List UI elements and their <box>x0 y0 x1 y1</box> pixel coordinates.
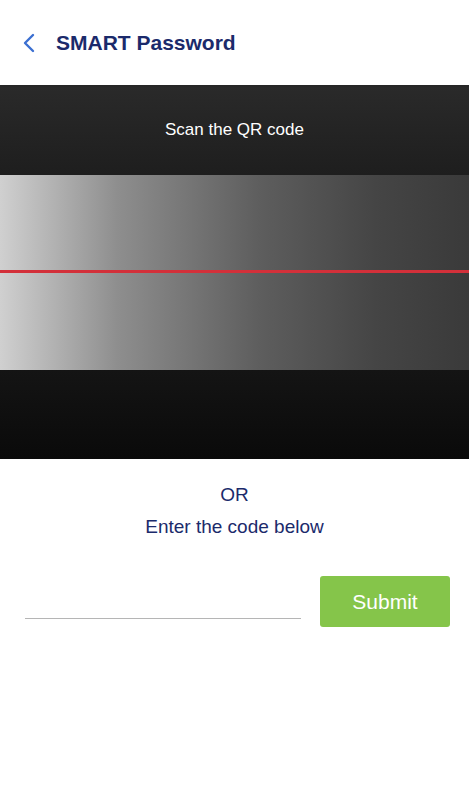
submit-button[interactable]: Submit <box>320 576 450 627</box>
back-button[interactable] <box>20 30 38 56</box>
back-chevron-icon <box>22 32 36 54</box>
scan-prompt: Scan the QR code <box>165 119 304 175</box>
screen-title: SMART Password <box>56 31 236 55</box>
qr-scanner[interactable]: Scan the QR code <box>0 85 469 459</box>
code-label: Enter the code below <box>145 515 324 539</box>
code-entry: OR Enter the code below Submit <box>0 459 469 627</box>
app-header: SMART Password <box>0 0 469 85</box>
or-divider: OR <box>220 483 249 507</box>
scan-line <box>0 270 469 273</box>
code-input[interactable] <box>25 589 301 619</box>
camera-view <box>0 175 469 370</box>
scanner-bottom <box>0 370 469 459</box>
smart-password-screen: SMART Password Scan the QR code OR Enter th… <box>0 0 469 800</box>
scanner-top: Scan the QR code <box>0 85 469 175</box>
code-row: Submit <box>0 576 469 627</box>
